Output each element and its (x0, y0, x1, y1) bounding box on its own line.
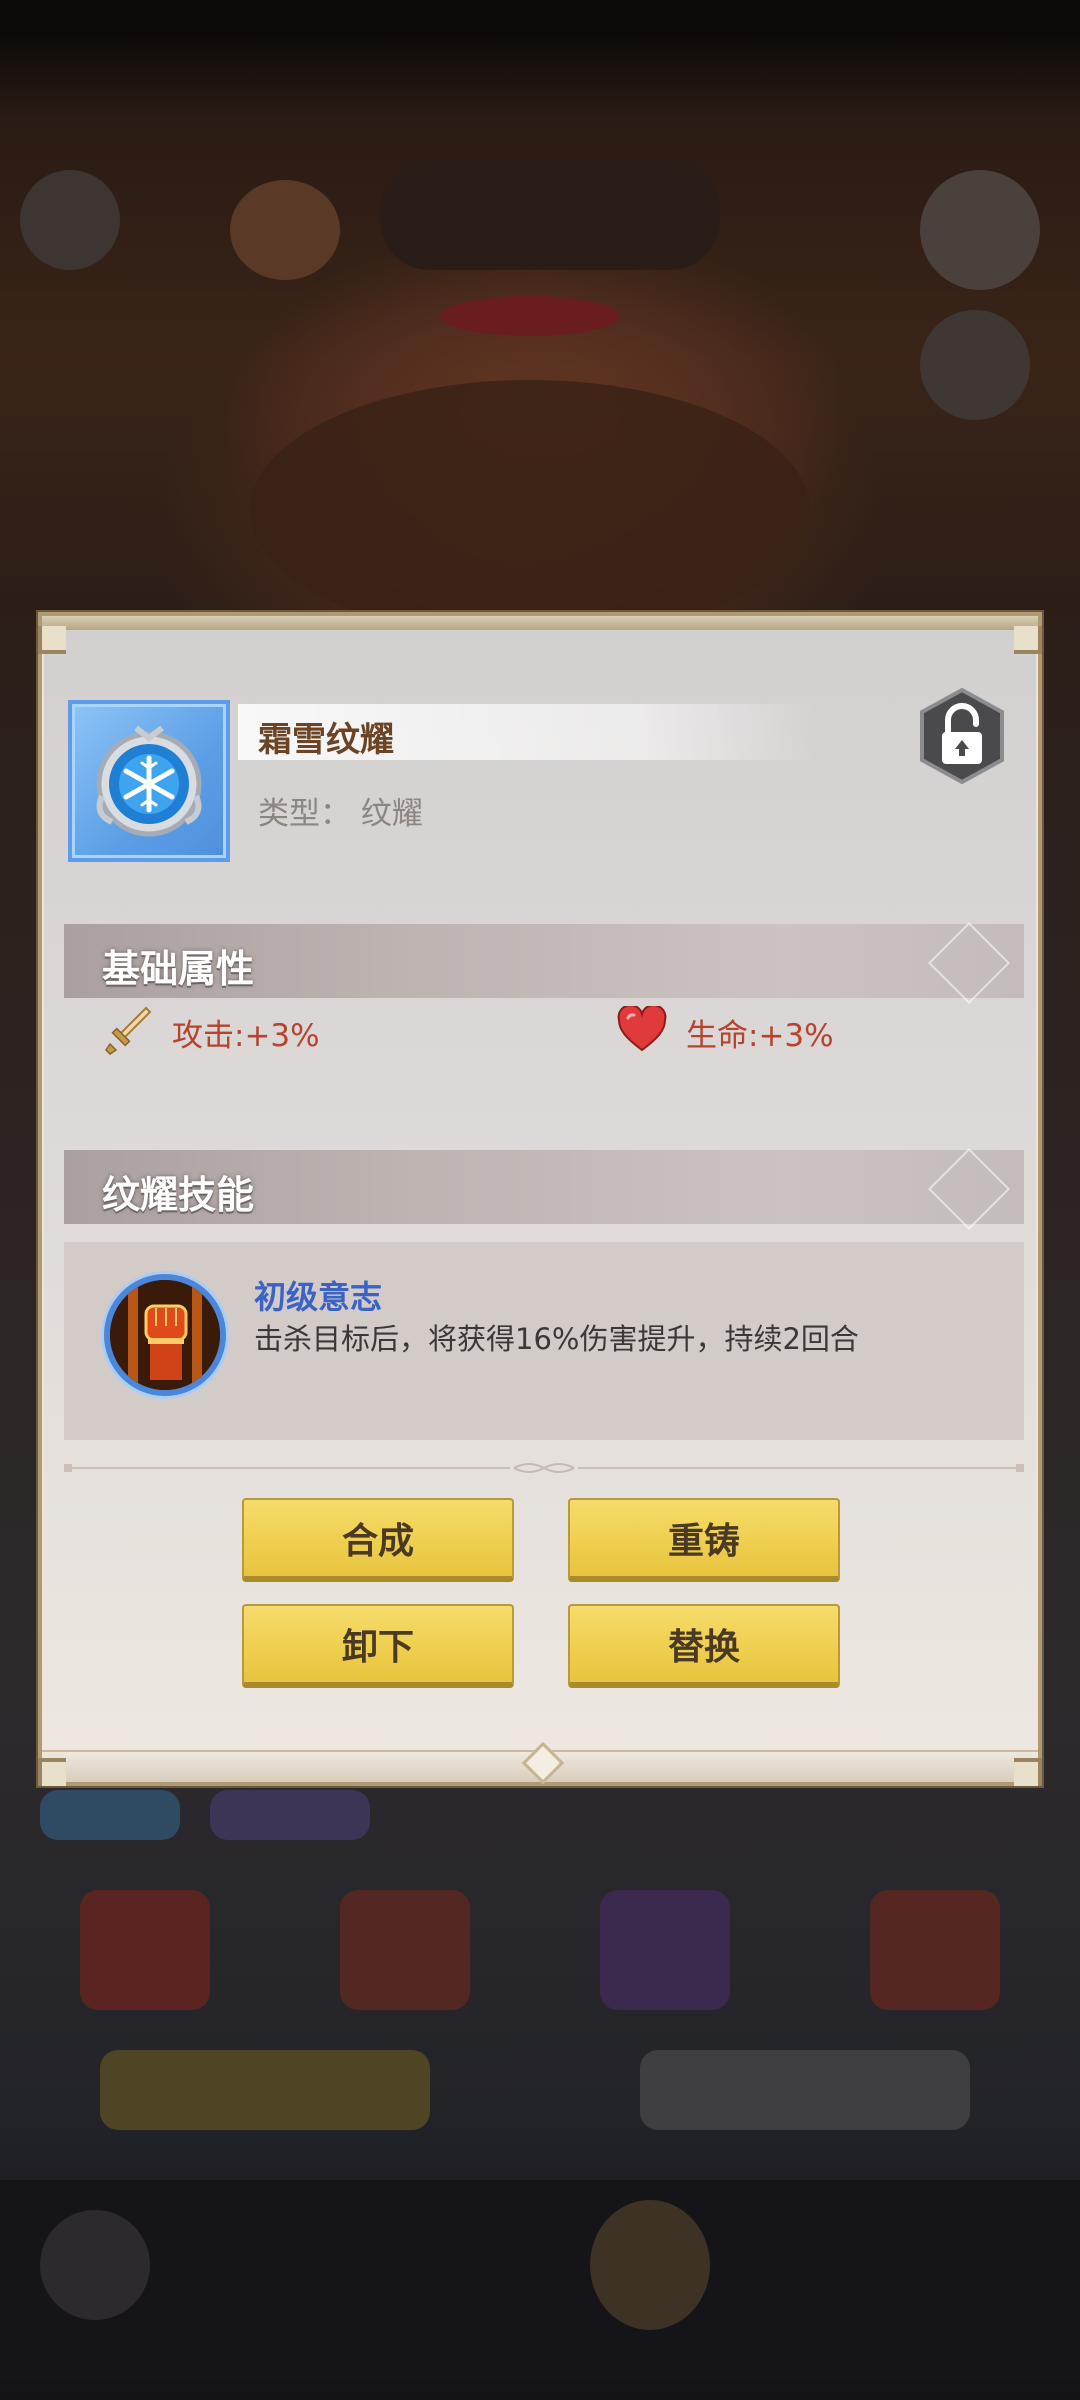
replace-button[interactable]: 替换 (568, 1604, 840, 1688)
blurred-slot (870, 1890, 1000, 2010)
blurred-slot (340, 1890, 470, 2010)
item-type-label: 类型： 纹耀 (258, 796, 423, 832)
health-value: 生命:+3% (686, 1017, 834, 1054)
blurred-button (100, 2050, 430, 2130)
health-attribute: 生命:+3% (616, 1004, 834, 1058)
dialog-top-border (42, 616, 1038, 630)
combine-button[interactable]: 合成 (242, 1498, 514, 1582)
skill-description: 击杀目标后，将获得16%伤害提升，持续2回合 (254, 1322, 859, 1356)
blurred-bottom-nav (0, 2180, 1080, 2380)
blurred-stage-banner (380, 160, 720, 270)
snowflake-emblem-icon (68, 700, 230, 862)
corner-ornament (1014, 1758, 1042, 1786)
emblem-skill-title: 纹耀技能 (102, 1173, 255, 1217)
blurred-slot (600, 1890, 730, 2010)
item-name: 霜雪纹耀 (258, 720, 394, 760)
emblem-skill-header: 纹耀技能 (64, 1147, 1024, 1231)
sword-icon (102, 1004, 154, 1060)
corner-ornament (38, 1758, 66, 1786)
base-attributes-header: 基础属性 (64, 921, 1024, 1005)
blurred-settings-icon (920, 170, 1040, 290)
corner-ornament (1014, 626, 1042, 654)
recast-button[interactable]: 重铸 (568, 1498, 840, 1582)
blurred-nav-icon (40, 2210, 150, 2320)
blurred-avatar-icon (230, 180, 340, 280)
blurred-side-icon (920, 310, 1030, 420)
blurred-stars (440, 296, 620, 336)
heart-icon (616, 1004, 668, 1058)
blurred-menu-icon (20, 170, 120, 270)
fist-icon (104, 1274, 226, 1396)
attack-value: 攻击:+3% (172, 1017, 320, 1054)
skill-name: 初级意志 (254, 1278, 383, 1316)
header-decoration (927, 1147, 1011, 1231)
unlock-icon[interactable] (918, 687, 1006, 785)
blurred-slot (80, 1890, 210, 2010)
blurred-character (250, 380, 810, 640)
attack-attribute: 攻击:+3% (102, 1006, 320, 1058)
item-detail-dialog: 霜雪纹耀 类型： 纹耀 基础属性 攻击:+3% 生命:+3% 纹耀技能 初级意志… (38, 612, 1042, 1786)
blurred-tab (210, 1790, 370, 1840)
corner-ornament (38, 626, 66, 654)
base-attributes-title: 基础属性 (102, 947, 255, 991)
blurred-button (640, 2050, 970, 2130)
header-decoration (927, 921, 1011, 1005)
blurred-nav-icon (590, 2200, 710, 2330)
blurred-tab (40, 1790, 180, 1840)
section-divider (64, 1460, 1024, 1474)
unequip-button[interactable]: 卸下 (242, 1604, 514, 1688)
